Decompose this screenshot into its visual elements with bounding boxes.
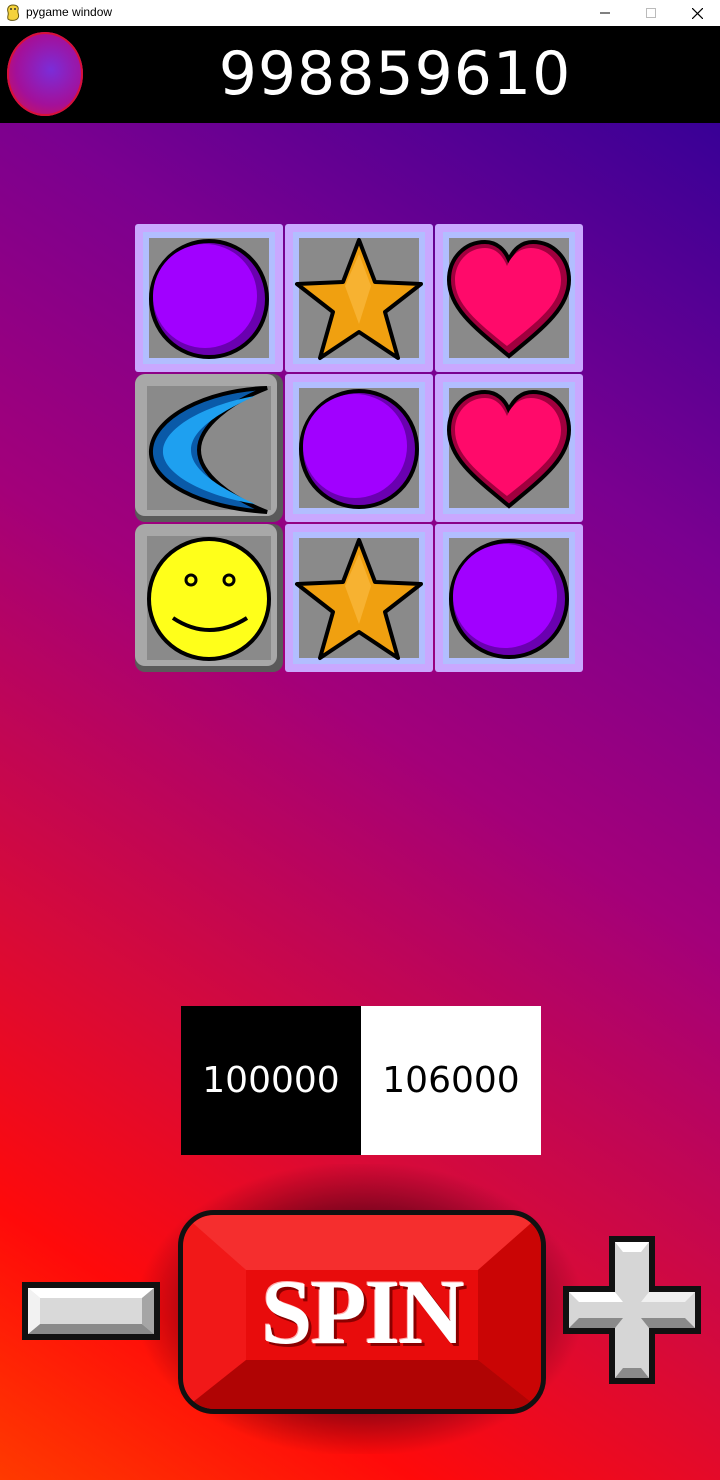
plus-icon [563, 1236, 701, 1384]
purple-circle-icon [285, 374, 433, 522]
decrease-bet-button[interactable] [20, 1280, 162, 1342]
reel-cell-purple-circle [435, 524, 583, 672]
balance-bar: 998859610 [0, 26, 720, 123]
reel-cell-pink-heart [435, 224, 583, 372]
smiley-face-icon [135, 524, 283, 672]
close-icon [691, 7, 703, 19]
orb-icon [7, 32, 83, 116]
win-amount: 106000 [361, 1006, 541, 1155]
balance-value: 998859610 [218, 39, 572, 109]
reel-cell-pink-heart [435, 374, 583, 522]
game-canvas: 998859610 100000 106000 SPIN [0, 26, 720, 1480]
maximize-button[interactable] [628, 0, 674, 26]
spin-label: SPIN [261, 1261, 465, 1363]
reel-cell-gold-star [285, 224, 433, 372]
purple-circle-icon [435, 524, 583, 672]
reel-cell-purple-circle [285, 374, 433, 522]
increase-bet-button[interactable] [561, 1234, 703, 1386]
minimize-icon [600, 12, 610, 14]
window-titlebar: pygame window [0, 0, 720, 27]
purple-circle-icon [135, 224, 283, 372]
pink-heart-icon [435, 374, 583, 522]
window-title: pygame window [26, 5, 113, 19]
pink-heart-icon [435, 224, 583, 372]
bet-panel: 100000 106000 [181, 1006, 541, 1155]
gold-star-icon [285, 224, 433, 372]
blue-moon-icon [135, 374, 283, 522]
spin-button[interactable]: SPIN [178, 1210, 546, 1414]
minimize-button[interactable] [582, 0, 628, 26]
minus-icon [22, 1282, 160, 1340]
reel-cell-purple-circle [135, 224, 283, 372]
maximize-icon [646, 8, 656, 18]
bet-amount: 100000 [181, 1006, 361, 1155]
close-button[interactable] [674, 0, 720, 26]
reel-cell-blue-moon [135, 374, 283, 522]
gold-star-icon [285, 524, 433, 672]
reel-cell-gold-star [285, 524, 433, 672]
pygame-snake-icon [7, 4, 20, 21]
reel-cell-smiley-face [135, 524, 283, 672]
